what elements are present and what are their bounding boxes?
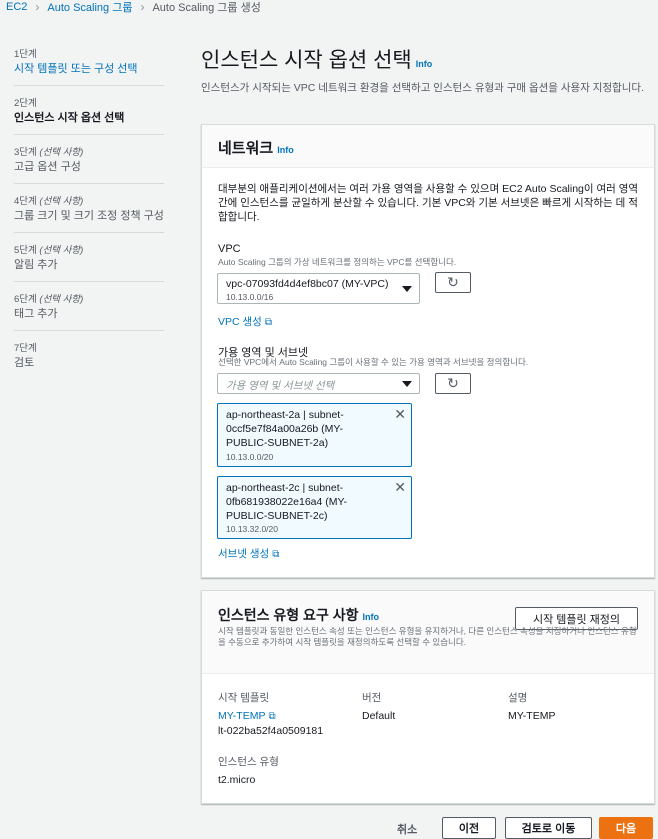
previous-button[interactable]: 이전 [442,817,496,839]
az-subnet-select[interactable]: 가용 영역 및 서브넷 선택 [217,373,420,394]
external-link-icon: ⧉ [264,317,272,328]
launch-template-link[interactable]: MY-TEMP ⧉ [218,710,276,722]
network-panel-header: 네트워크 Info [202,125,654,168]
template-version: Default [362,710,396,722]
launch-template-id: lt-022ba52f4a0509181 [218,725,324,737]
vpc-description: Auto Scaling 그룹의 가상 네트워크를 정의하는 VPC를 선택합니… [218,257,457,267]
instance-type-value: t2.micro [218,774,256,786]
close-icon[interactable]: ✕ [394,406,406,423]
instance-type-info-link[interactable]: Info [362,612,379,622]
step-7: 7단계 검토 [14,340,164,379]
page-title: 인스턴스 시작 옵션 선택 Info [201,49,433,72]
cancel-button[interactable]: 취소 [397,821,417,837]
instance-type-description: 시작 템플릿과 동일한 인스턴스 속성 또는 인스턴스 유형을 유지하거나, 다… [218,626,637,647]
skip-to-review-button[interactable]: 검토로 이동 [505,817,592,839]
network-title: 네트워크 Info [218,140,294,157]
create-subnet-link[interactable]: 서브넷 생성 ⧉ [218,546,279,561]
step-3-name: 고급 옵션 구성 [14,161,81,173]
network-description: 대부분의 애플리케이션에서는 여러 가용 영역을 사용할 수 있으며 EC2 A… [218,183,639,223]
step-6-name: 태그 추가 [14,308,58,320]
network-info-link[interactable]: Info [277,145,294,155]
step-3: 3단계 (선택 사항) 고급 옵션 구성 [14,144,164,184]
subnet-token-cidr: 10.13.0.0/20 [226,452,274,462]
subnet-refresh-button[interactable]: ↻ [435,373,471,394]
refresh-icon: ↻ [447,274,459,290]
instance-type-label: 인스턴스 유형 [218,756,279,768]
external-link-icon: ⧉ [268,711,276,722]
template-description: MY-TEMP [508,710,556,722]
network-panel: 네트워크 Info 대부분의 애플리케이션에서는 여러 가용 영역을 사용할 수 … [201,124,655,578]
step-1-link[interactable]: 시작 템플릿 또는 구성 선택 [14,62,164,76]
close-icon[interactable]: ✕ [394,479,406,496]
step-number: 4단계 (선택 사항) [14,196,84,207]
subnet-token-cidr: 10.13.32.0/20 [226,524,278,534]
subnet-token: ap-northeast-2a | subnet-0ccf5e7f84a00a2… [217,403,412,467]
instance-type-panel-header: 인스턴스 유형 요구 사항 Info 시작 템플릿 재정의 시작 템플릿과 동일한… [202,591,654,674]
vpc-selected-value: vpc-07093fd4d4ef8bc07 (MY-VPC) [226,278,389,290]
page-subtitle: 인스턴스가 시작되는 VPC 네트워크 환경을 선택하고 인스턴스 유형과 구매… [201,82,644,94]
vpc-refresh-button[interactable]: ↻ [435,272,471,293]
step-number: 2단계 [14,98,37,109]
vpc-cidr: 10.13.0.0/16 [226,292,274,302]
version-label: 버전 [362,692,382,704]
instance-type-title: 인스턴스 유형 요구 사항 Info [218,607,379,623]
breadcrumb: EC2 › Auto Scaling 그룹 › Auto Scaling 그룹 … [6,0,261,14]
vpc-select[interactable]: vpc-07093fd4d4ef8bc07 (MY-VPC) 10.13.0.0… [217,273,420,304]
subnet-token: ap-northeast-2c | subnet-0fb681938022e16… [217,476,412,539]
step-number: 5단계 (선택 사항) [14,245,84,256]
instance-type-panel: 인스턴스 유형 요구 사항 Info 시작 템플릿 재정의 시작 템플릿과 동일한… [201,590,655,804]
az-subnet-placeholder: 가용 영역 및 서브넷 선택 [226,380,335,392]
chevron-right-icon: › [35,0,40,14]
step-5-name: 알림 추가 [14,259,58,271]
step-2: 2단계 인스턴스 시작 옵션 선택 [14,95,164,135]
step-2-current: 인스턴스 시작 옵션 선택 [14,112,125,124]
step-7-name: 검토 [14,357,35,369]
step-number: 6단계 (선택 사항) [14,294,84,305]
step-6: 6단계 (선택 사항) 태그 추가 [14,291,164,331]
step-4: 4단계 (선택 사항) 그룹 크기 및 크기 조정 정책 구성 [14,193,164,233]
external-link-icon: ⧉ [272,549,280,560]
next-button[interactable]: 다음 [599,817,653,839]
launch-template-label: 시작 템플릿 [218,692,270,704]
az-description: 선택한 VPC에서 Auto Scaling 그룹이 사용할 수 있는 가용 영… [218,357,529,367]
step-1: 1단계 시작 템플릿 또는 구성 선택 [14,46,164,86]
step-4-name: 그룹 크기 및 크기 조정 정책 구성 [14,210,164,222]
create-vpc-link[interactable]: VPC 생성 ⧉ [218,314,272,329]
step-5: 5단계 (선택 사항) 알림 추가 [14,242,164,282]
breadcrumb-auto-scaling-groups[interactable]: Auto Scaling 그룹 [47,0,132,15]
step-number: 7단계 [14,343,37,354]
refresh-icon: ↻ [447,375,459,391]
wizard-steps: 1단계 시작 템플릿 또는 구성 선택 2단계 인스턴스 시작 옵션 선택 3단… [14,46,164,388]
subnet-token-title: ap-northeast-2c | subnet-0fb681938022e16… [226,482,348,522]
caret-down-icon [402,381,412,387]
info-link[interactable]: Info [416,59,433,69]
subnet-token-title: ap-northeast-2a | subnet-0ccf5e7f84a00a2… [226,409,344,449]
step-number: 3단계 (선택 사항) [14,147,84,158]
vpc-label: VPC [218,243,241,255]
step-number: 1단계 [14,49,37,60]
caret-down-icon [402,286,412,292]
description-label: 설명 [508,692,528,704]
breadcrumb-current: Auto Scaling 그룹 생성 [152,2,261,14]
breadcrumb-ec2[interactable]: EC2 [6,1,27,13]
chevron-right-icon: › [140,0,145,14]
